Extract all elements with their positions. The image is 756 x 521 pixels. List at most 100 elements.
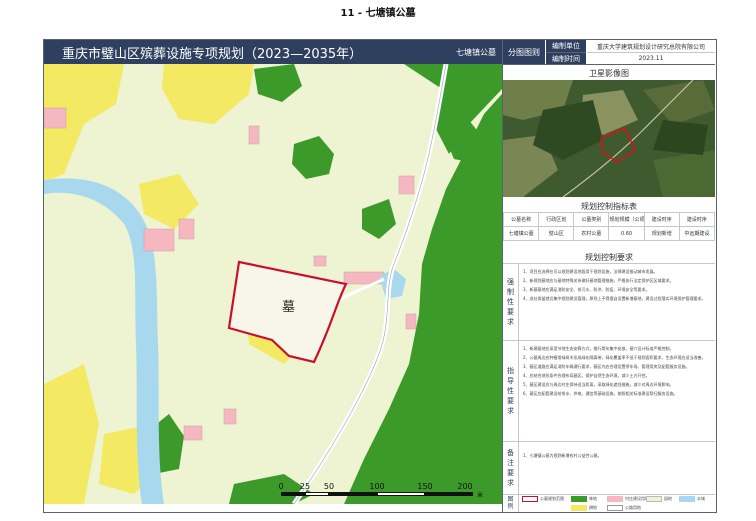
- requirement-item: 2、新规划墓地应与墓地特殊关系做好墓地管理措施，严格执行法定保护区区域要求。: [523, 278, 674, 283]
- legend-swatch: [607, 505, 623, 511]
- separator: [503, 441, 715, 442]
- forest-area: [362, 199, 396, 239]
- separator: [503, 263, 715, 264]
- plan-title: 重庆市璧山区殡葬设施专项规划（2023—2035年）: [62, 47, 363, 62]
- legend-swatch: [646, 496, 662, 502]
- separator: [503, 340, 715, 341]
- forest-area: [254, 64, 302, 102]
- village-block: [398, 175, 415, 195]
- site-name: 七塘镇公墓: [456, 48, 496, 57]
- legend-text: 园地: [664, 496, 672, 501]
- table-header: 规划规模（公顷）: [608, 212, 645, 227]
- satellite-imagery: [503, 80, 715, 197]
- farmland-area: [162, 64, 254, 124]
- drawing-sheet: 重庆市璧山区殡葬设施专项规划（2023—2035年） 七塘镇公墓 墓 0 25 …: [43, 39, 717, 513]
- drawing-label: 分图图则: [503, 40, 545, 64]
- land-use-map: [44, 64, 502, 504]
- scale-segment: [425, 492, 473, 496]
- guidance-label: 指导性要求: [503, 341, 519, 441]
- legend-text: 公路用地: [625, 505, 641, 510]
- table-cell: 0.60: [608, 226, 645, 241]
- requirement-item: 3、墓区道路应满足消防车辆通行要求，墓区内应合理设置停车场、管理用房及配套服务设…: [523, 364, 690, 369]
- remark-item: 1、七塘镇公墓为规划新增农村公益性公墓。: [523, 453, 602, 458]
- village-block: [44, 107, 67, 129]
- forest-area: [292, 136, 334, 179]
- table-header: 行政区划: [538, 212, 575, 227]
- scale-segment: [329, 492, 377, 496]
- separator: [503, 64, 715, 65]
- requirement-item: 6、墓区应配套建设给排水、供电、通信等基础设施，按照相关标准建设祭扫服务设施。: [523, 391, 678, 396]
- legend-swatch: [571, 496, 587, 502]
- remarks-text: 1、七塘镇公墓为规划新增农村公益性公墓。: [523, 452, 711, 482]
- table-row: 七塘镇公墓 璧山区 农村公墓 0.60 规划新增 中远期建设: [502, 226, 716, 241]
- scale-tick: 50: [323, 482, 335, 491]
- village-block: [313, 255, 327, 267]
- page-title: 11 - 七塘镇公墓: [340, 8, 416, 19]
- legend-text: 林地: [589, 496, 597, 501]
- scale-tick: 200: [457, 482, 473, 491]
- farmland-area: [44, 364, 99, 504]
- scale-bar: 0 25 50 100 150 200 米: [278, 482, 483, 502]
- info-panel: 分图图则 编制单位 重庆大学建筑规划设计研究总院有限公司 编制时间 2023.1…: [502, 40, 716, 512]
- scale-unit: 米: [477, 492, 484, 499]
- mandatory-label: 强制性要求: [503, 264, 519, 340]
- requirement-item: 3、新墓墓地应满足消防安全、排污水、防洪、防疫、环境安全等要求。: [523, 287, 650, 292]
- table-header: 建设时序: [678, 212, 716, 227]
- table-header: 公墓名称: [502, 212, 540, 227]
- legend-item: 公路用地: [607, 504, 641, 512]
- mandatory-text: 1、项目应选择在可以规划建设地段用于规划设施，法律建设推动城市发展。 2、新规划…: [523, 268, 711, 338]
- scale-segment: [281, 492, 305, 496]
- scale-tick: 0: [278, 482, 284, 491]
- table-header: 建设时序: [643, 212, 680, 227]
- village-block: [405, 313, 417, 330]
- table-header: 公墓类别: [573, 212, 610, 227]
- index-table: 公墓名称 行政区划 公墓类别 规划规模（公顷） 建设时序 建设时序 七塘镇公墓 …: [502, 212, 716, 241]
- legend-swatch: [679, 496, 695, 502]
- sat-forest: [653, 120, 708, 155]
- index-title: 规划控制指标表: [581, 202, 637, 211]
- satellite-title: 卫星影像图: [589, 69, 629, 78]
- table-cell: 中远期建设: [678, 226, 716, 241]
- village-block: [143, 228, 175, 252]
- table-cell: 璧山区: [538, 226, 575, 241]
- legend: 图例 公墓规划范围 林地 村庄建设用地 园地 水域 耕地 公路用地: [503, 494, 715, 512]
- remarks-label: 备注要求: [503, 442, 519, 494]
- scale-tick: 25: [299, 482, 311, 491]
- legend-label: 图例: [503, 494, 519, 512]
- legend-swatch: [607, 496, 623, 502]
- guidance-text: 1、新建墓地应采用节地生态安葬方式，推行骨灰集中安放，墓穴设计标准严格控制。 2…: [523, 345, 711, 439]
- legend-swatch: [522, 496, 538, 502]
- requirement-item: 4、应结合地形条件合理布局墓区，保护自然生态环境，减少土方开挖。: [523, 373, 650, 378]
- scale-segment: [377, 492, 425, 496]
- requirement-item: 2、公墓周边应种植常绿树木形成绿化隔离带，绿化覆盖率不低于规划面积要求，生态环境…: [523, 355, 706, 360]
- table-cell: 农村公墓: [573, 226, 610, 241]
- satellite-image[interactable]: [503, 80, 715, 197]
- legend-item: 林地: [571, 495, 597, 503]
- legend-item: 村庄建设用地: [607, 495, 649, 503]
- planning-map[interactable]: 墓: [44, 64, 502, 504]
- requirement-item: 1、新建墓地应采用节地生态安葬方式，推行骨灰集中安放，墓穴设计标准严格控制。: [523, 346, 674, 351]
- scale-tick: 150: [417, 482, 433, 491]
- requirements-title: 规划控制要求: [585, 253, 633, 262]
- village-block: [178, 218, 195, 240]
- requirement-item: 4、选址保留就近集中规划建设管理，原则上不得擅自设置新增墓地，建设过程落实环境保…: [523, 296, 706, 301]
- requirement-item: 1、项目应选择在可以规划建设地段用于规划设施，法律建设推动城市发展。: [523, 269, 658, 274]
- village-block: [248, 125, 260, 145]
- legend-swatch: [571, 505, 587, 511]
- forest-area: [439, 114, 484, 164]
- grave-label: 墓: [282, 300, 296, 315]
- legend-item: 水域: [679, 495, 705, 503]
- requirement-item: 5、墓区建设应与周边村庄保持适当距离，采取绿化遮挡措施，减少对周边环境影响。: [523, 382, 674, 387]
- table-row: 公墓名称 行政区划 公墓类别 规划规模（公顷） 建设时序 建设时序: [502, 212, 716, 227]
- village-block: [183, 425, 203, 441]
- table-cell: 规划新增: [643, 226, 680, 241]
- legend-item: 园地: [646, 495, 672, 503]
- legend-text: 公墓规划范围: [540, 496, 564, 501]
- village-block: [223, 408, 237, 425]
- unit-label: 编制单位: [546, 40, 586, 52]
- plan-header: 重庆市璧山区殡葬设施专项规划（2023—2035年） 七塘镇公墓: [44, 40, 502, 64]
- legend-text: 耕地: [589, 505, 597, 510]
- table-cell: 七塘镇公墓: [502, 226, 540, 241]
- time-value: 2023.11: [638, 54, 664, 62]
- legend-item: 公墓规划范围: [522, 495, 564, 503]
